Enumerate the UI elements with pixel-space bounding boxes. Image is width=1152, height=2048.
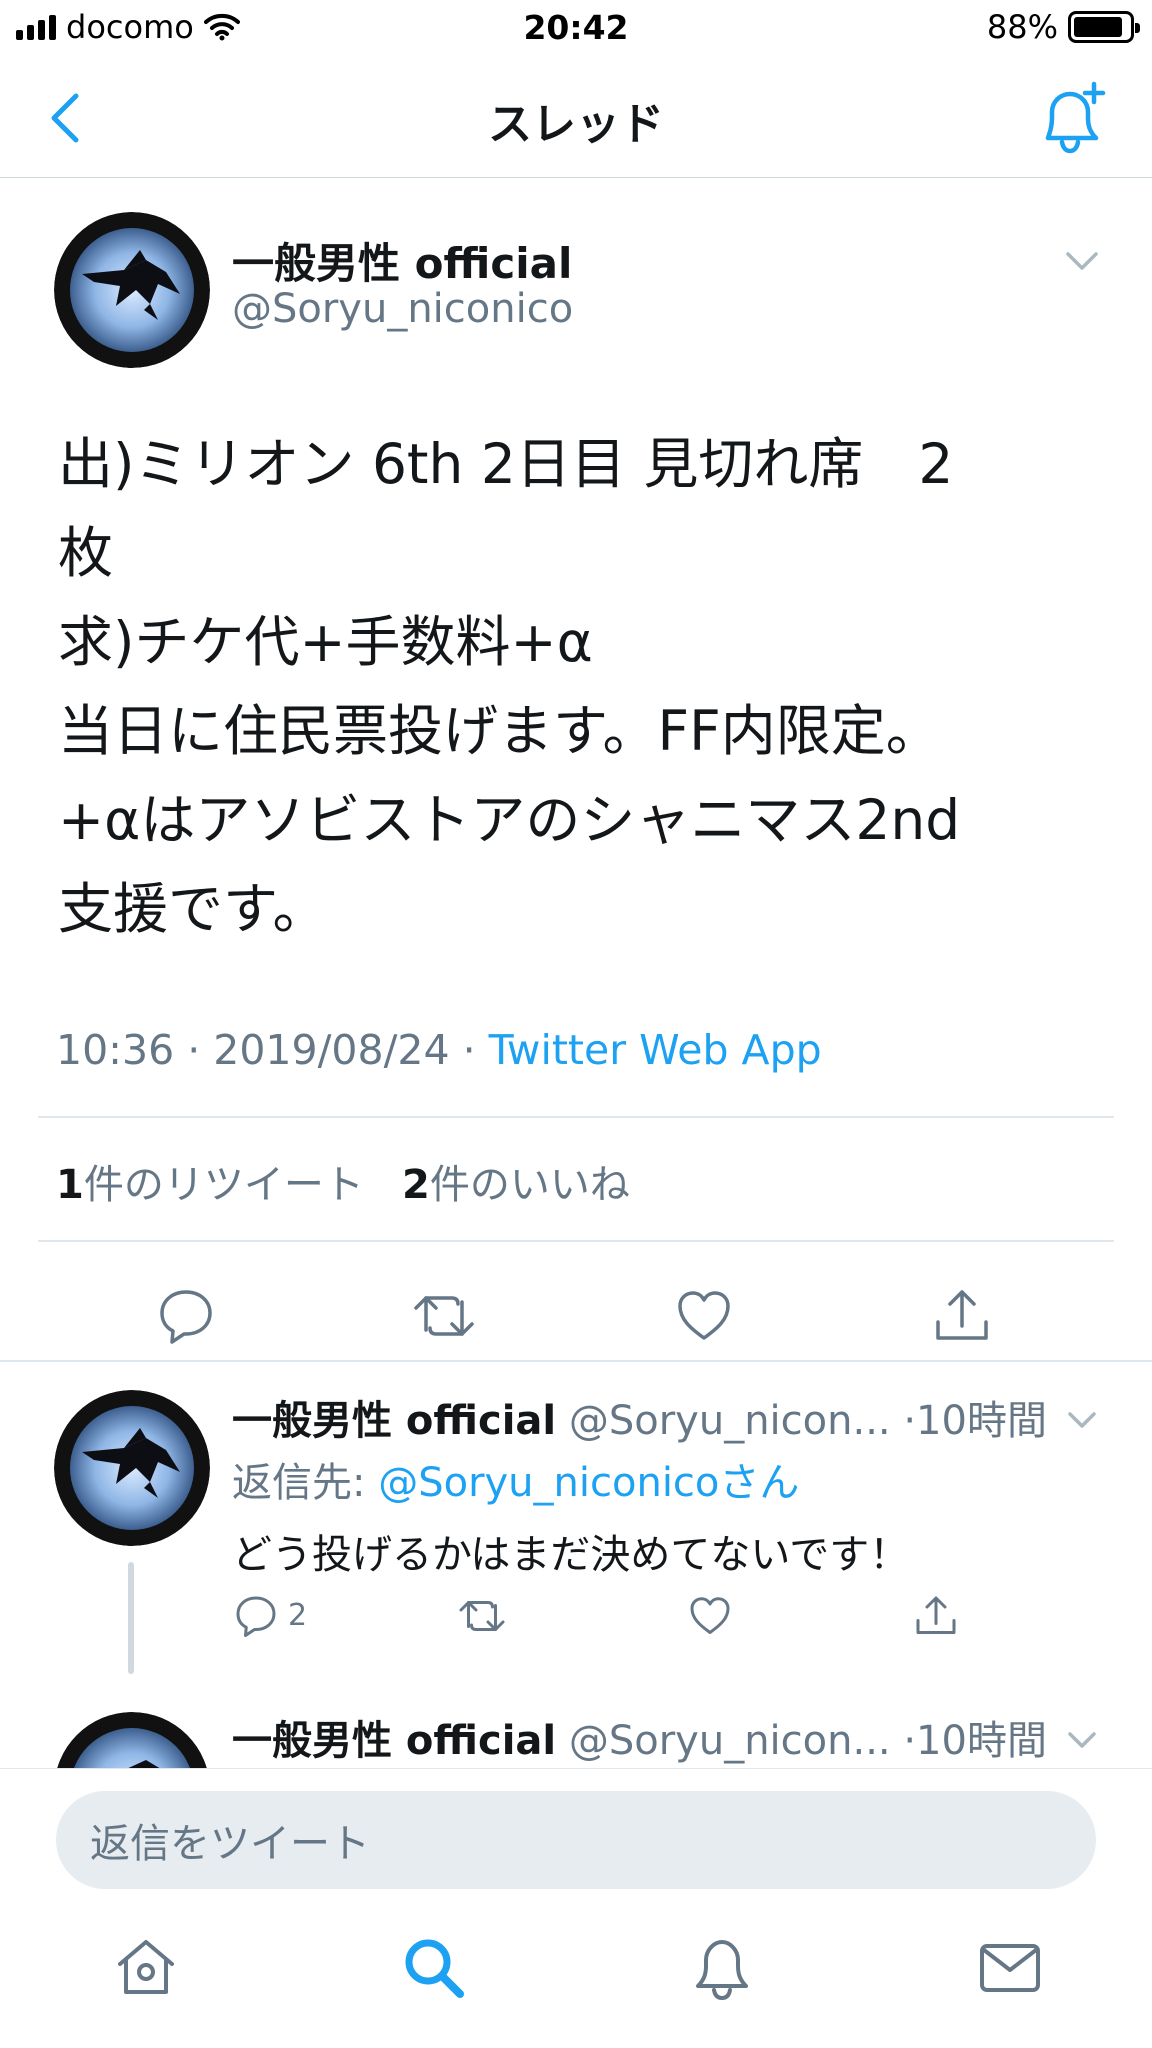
battery-icon [1068, 11, 1140, 43]
avatar[interactable] [54, 212, 210, 368]
tweet-line: 求)チケ代+手数料+α [58, 610, 593, 674]
reply-time: ·10時間 [903, 1718, 1047, 1764]
like-label: 件のいいね [429, 1162, 630, 1208]
avatar-image [54, 212, 210, 368]
thread-line [128, 1562, 134, 1674]
home-icon[interactable] [112, 1934, 180, 2002]
like-count: 2 [402, 1162, 430, 1208]
author-name[interactable]: 一般男性 official [232, 1398, 556, 1444]
divider [38, 1240, 1114, 1242]
notifications-icon[interactable] [688, 1934, 756, 2002]
status-right: 88% [986, 8, 1140, 46]
tweet-line: 当日に住民票投げます。FF内限定。 [58, 699, 941, 763]
tweet-line: 出)ミリオン 6th 2日目 見切れ席 2 [58, 432, 954, 496]
author-handle[interactable]: @Soryu_nicon... [569, 1398, 891, 1444]
tweet-line: 枚 [58, 521, 114, 585]
tweet-body: 出)ミリオン 6th 2日目 見切れ席 2 枚 求)チケ代+手数料+α 当日に住… [58, 420, 1078, 954]
source-link[interactable]: Twitter Web App [489, 1026, 822, 1074]
reply-time: ·10時間 [903, 1398, 1047, 1444]
author-name[interactable]: 一般男性 official [232, 1718, 556, 1764]
reply-actions: 2 [232, 1588, 1012, 1648]
tab-bar [0, 1892, 1152, 2048]
retweets-stat[interactable]: 1件のリツイート [56, 1162, 364, 1208]
reply-text: どう投げるかはまだ決めてないです！ [232, 1532, 910, 1578]
author-handle[interactable]: @Soryu_niconico [232, 286, 573, 332]
avatar-image [57, 1712, 207, 1768]
reply-tweet[interactable]: 一般男性 official @Soryu_nicon... ·10時間 返信先:… [0, 1362, 1152, 1682]
reply-count: 2 [288, 1598, 308, 1633]
retweet-label: 件のリツイート [83, 1162, 364, 1208]
reply-to: 返信先: @Soryu_niconicoさん [232, 1450, 799, 1508]
retweet-count: 1 [56, 1162, 84, 1208]
reply-header: 一般男性 official @Soryu_nicon... ·10時間 [232, 1388, 1047, 1446]
battery-level [1074, 17, 1122, 37]
avatar[interactable] [54, 1390, 210, 1546]
like-icon[interactable] [686, 1592, 734, 1640]
avatar-image [54, 1390, 210, 1546]
status-bar: docomo 20:42 88% [0, 0, 1152, 58]
chevron-down-icon[interactable] [1062, 246, 1102, 276]
reply-to-label: 返信先: [232, 1460, 379, 1506]
retweet-icon[interactable] [412, 1284, 476, 1348]
tweet-line: +αはアソビストアのシャニマス2nd [58, 788, 961, 852]
likes-stat[interactable]: 2件のいいね [402, 1162, 630, 1208]
page-title: スレッド [488, 99, 664, 150]
divider [38, 1116, 1114, 1118]
share-icon[interactable] [912, 1592, 960, 1640]
reply-icon[interactable] [154, 1284, 218, 1348]
author-name[interactable]: 一般男性 official [232, 230, 572, 291]
reply-tweet[interactable]: 一般男性 official @Soryu_nicon... ·10時間 [0, 1684, 1152, 1768]
search-icon[interactable] [400, 1934, 468, 2002]
messages-icon[interactable] [976, 1934, 1044, 2002]
avatar[interactable] [54, 1712, 210, 1768]
chevron-down-icon[interactable] [1062, 1406, 1102, 1436]
tweet-timestamp: 10:36 · 2019/08/24 · [56, 1026, 489, 1074]
bell-plus-icon[interactable] [1032, 80, 1112, 160]
share-icon[interactable] [930, 1284, 994, 1348]
tweet-line: 支援です。 [58, 877, 328, 941]
reply-header: 一般男性 official @Soryu_nicon... ·10時間 [232, 1708, 1047, 1766]
retweet-icon[interactable] [458, 1592, 506, 1640]
battery-percent: 88% [986, 8, 1058, 46]
chevron-down-icon[interactable] [1062, 1726, 1102, 1756]
like-icon[interactable] [672, 1284, 736, 1348]
navigation-bar: スレッド [0, 58, 1152, 178]
reply-input[interactable]: 返信をツイート [56, 1791, 1096, 1889]
tweet-meta: 10:36 · 2019/08/24 · Twitter Web App [56, 1026, 822, 1074]
mention-link[interactable]: @Soryu_niconicoさん [378, 1460, 799, 1506]
tweet-stats: 1件のリツイート 2件のいいね [56, 1152, 630, 1210]
reply-icon[interactable] [232, 1592, 280, 1640]
status-time: 20:42 [523, 8, 629, 47]
compose-bar: 返信をツイート [0, 1768, 1152, 1892]
author-handle[interactable]: @Soryu_nicon... [569, 1718, 891, 1764]
